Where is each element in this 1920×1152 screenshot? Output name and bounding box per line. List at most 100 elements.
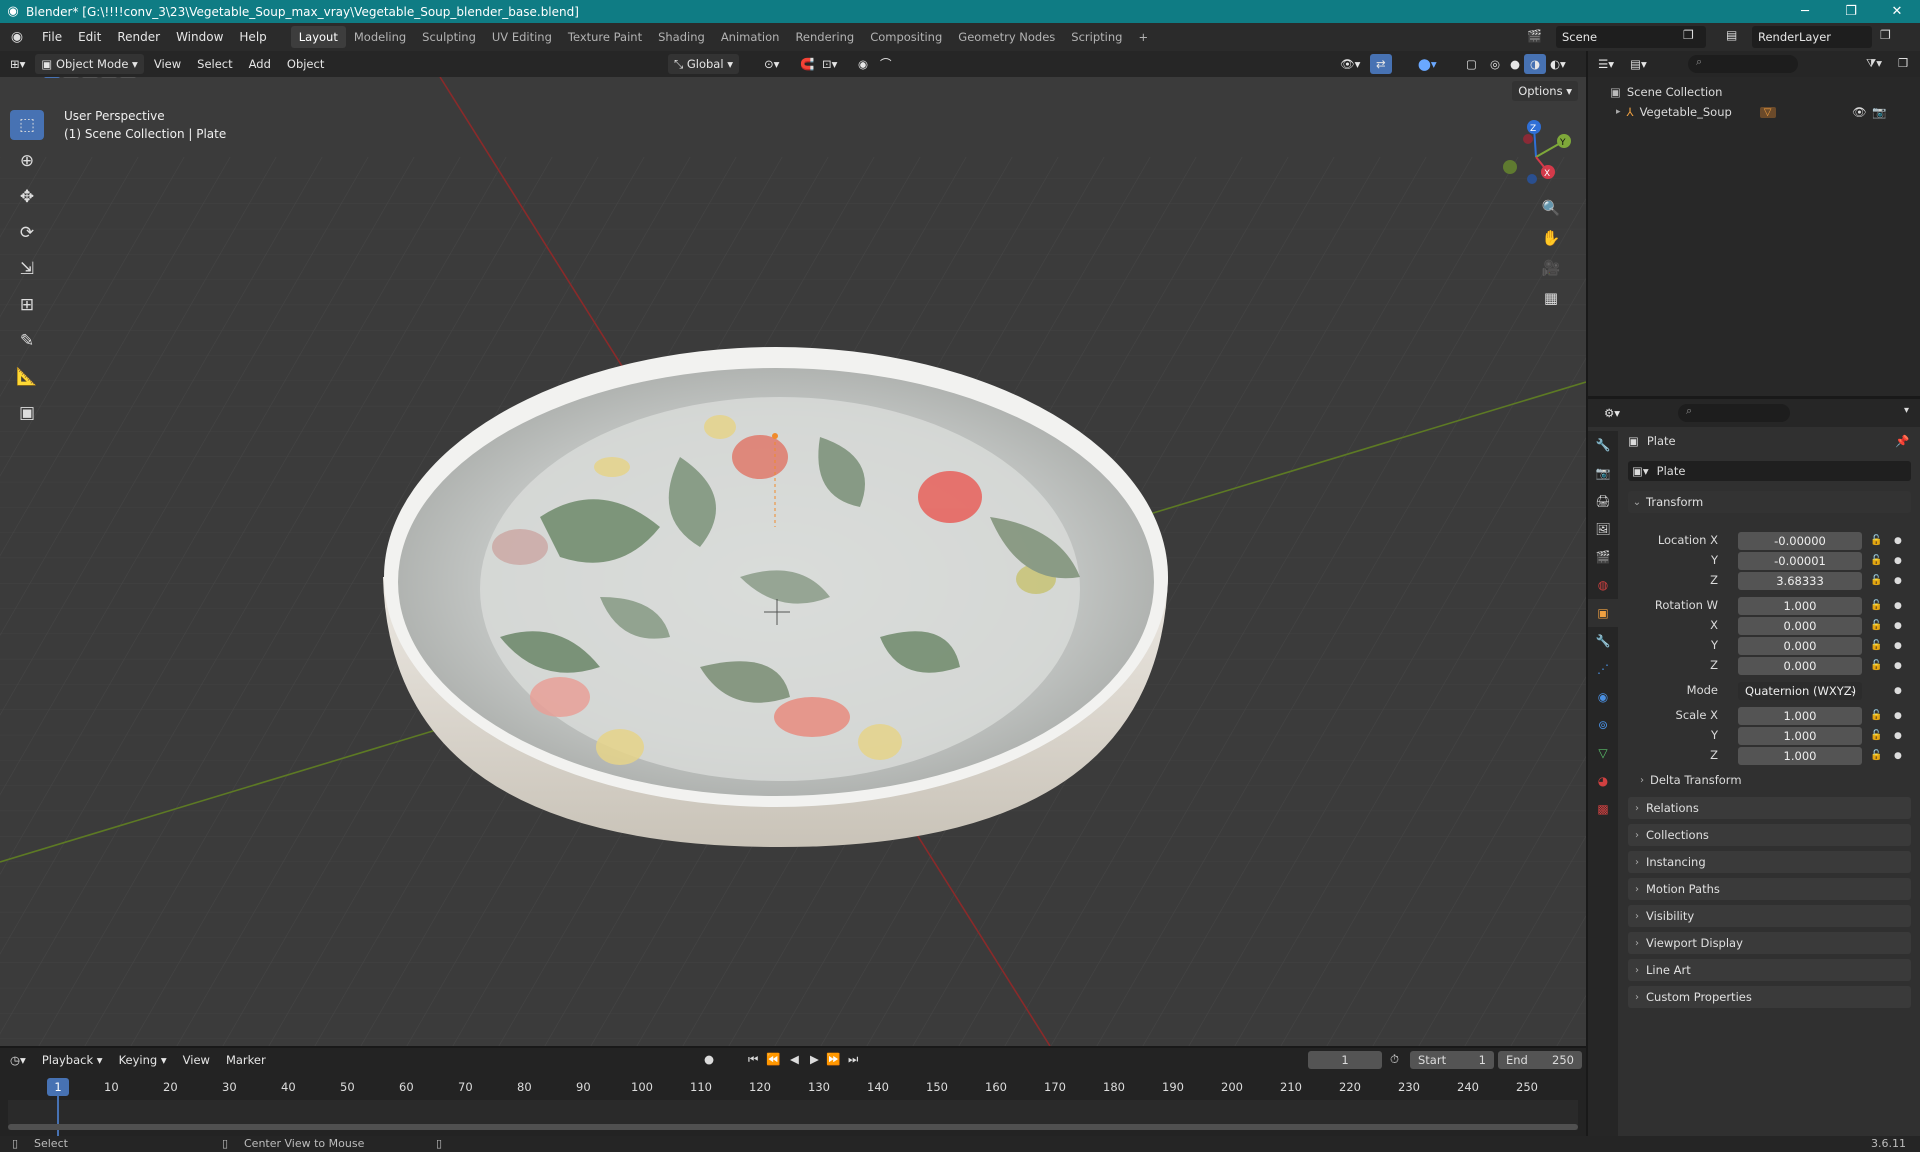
keyframe-location-z-icon[interactable]: ●: [1894, 576, 1902, 586]
keyframe-scale-z-icon[interactable]: ●: [1894, 751, 1902, 761]
rotation-x-field[interactable]: 0.000: [1738, 617, 1862, 635]
cursor-tool-icon[interactable]: ⊕: [10, 146, 44, 176]
tab-animation[interactable]: Animation: [713, 26, 788, 48]
menu-edit[interactable]: Edit: [70, 30, 109, 44]
menu-view[interactable]: View: [148, 54, 187, 74]
delta-transform-subpanel[interactable]: › Delta Transform: [1640, 773, 1742, 787]
visibility-eye-icon[interactable]: 👁: [1852, 105, 1867, 119]
tab-layout[interactable]: Layout: [290, 26, 346, 48]
tab-shading[interactable]: Shading: [650, 26, 713, 48]
material-shading-icon[interactable]: ◑: [1524, 54, 1547, 74]
menu-help[interactable]: Help: [231, 30, 274, 44]
close-button[interactable]: ✕: [1874, 0, 1920, 23]
frame-cursor[interactable]: 1: [47, 1078, 69, 1096]
zoom-icon[interactable]: 🔍: [1538, 195, 1564, 221]
lock-location-x-icon[interactable]: 🔓: [1870, 535, 1882, 546]
tab-scripting[interactable]: Scripting: [1063, 26, 1130, 48]
pin-icon[interactable]: 📌: [1895, 434, 1909, 448]
outliner-search-field[interactable]: ⌕: [1688, 55, 1798, 73]
tool-tab-icon[interactable]: 🔧: [1588, 431, 1618, 459]
new-scene-icon[interactable]: ❐: [1683, 28, 1694, 42]
lock-rotation-x-icon[interactable]: 🔓: [1870, 620, 1882, 631]
playback-menu[interactable]: Playback ▾: [36, 1050, 109, 1070]
menu-window[interactable]: Window: [168, 30, 231, 44]
viewport-display-panel[interactable]: › Viewport Display: [1628, 932, 1911, 954]
select-new-icon[interactable]: [44, 77, 60, 78]
object-name-field[interactable]: ▣▾ Plate: [1628, 461, 1911, 481]
viewport-3d[interactable]: ⬚ ⊕ ✥ ⟳ ⇲ ⊞ ✎ 📐 ▣ User Perspective (1) S…: [0, 77, 1586, 1046]
properties-search-field[interactable]: ⌕: [1678, 404, 1790, 422]
properties-options-icon[interactable]: ▾: [1904, 405, 1909, 416]
annotate-tool-icon[interactable]: ✎: [10, 326, 44, 356]
lock-location-y-icon[interactable]: 🔓: [1870, 555, 1882, 566]
tab-rendering[interactable]: Rendering: [787, 26, 862, 48]
current-frame-field[interactable]: 1: [1308, 1051, 1382, 1069]
jump-start-icon[interactable]: ⏮: [748, 1052, 758, 1067]
jump-end-icon[interactable]: ⏭: [848, 1052, 858, 1067]
filter-icon[interactable]: ⧩▾: [1866, 56, 1882, 71]
view-layer-tab-icon[interactable]: 🖼: [1588, 515, 1618, 543]
falloff-icon[interactable]: ⌒: [874, 54, 898, 74]
blender-menu-icon[interactable]: ◉: [0, 29, 34, 45]
jump-keyframe-forward-icon[interactable]: ⏩: [826, 1052, 840, 1066]
camera-view-icon[interactable]: 🎥: [1538, 255, 1564, 281]
frame-ruler[interactable]: 1 10 20 30 40 50 60 70 80 90 100 110 120…: [0, 1078, 1586, 1098]
keyframe-rotation-z-icon[interactable]: ●: [1894, 661, 1902, 671]
collections-panel[interactable]: › Collections: [1628, 824, 1911, 846]
custom-properties-panel[interactable]: › Custom Properties: [1628, 986, 1911, 1008]
location-y-field[interactable]: -0.00001: [1738, 552, 1862, 570]
renderlayer-icon[interactable]: ▤: [1726, 28, 1737, 42]
line-art-panel[interactable]: › Line Art: [1628, 959, 1911, 981]
select-intersect-icon[interactable]: [120, 77, 136, 78]
wireframe-shading-icon[interactable]: ◎: [1484, 54, 1506, 74]
data-tab-icon[interactable]: ▽: [1588, 739, 1618, 767]
scale-x-field[interactable]: 1.000: [1738, 707, 1862, 725]
location-x-field[interactable]: -0.00000: [1738, 532, 1862, 550]
expand-arrow-icon[interactable]: ▸: [1616, 107, 1621, 117]
add-workspace-button[interactable]: +: [1130, 26, 1156, 48]
modifier-tab-icon[interactable]: 🔧: [1588, 627, 1618, 655]
tab-modeling[interactable]: Modeling: [346, 26, 414, 48]
keyframe-rotation-x-icon[interactable]: ●: [1894, 621, 1902, 631]
instancing-panel[interactable]: › Instancing: [1628, 851, 1911, 873]
rotation-w-field[interactable]: 1.000: [1738, 597, 1862, 615]
constraints-tab-icon[interactable]: ⊚: [1588, 711, 1618, 739]
transform-orientation-selector[interactable]: ⤡ Global ▾: [668, 54, 739, 74]
end-frame-field[interactable]: End 250: [1498, 1051, 1582, 1069]
particles-tab-icon[interactable]: ⋰: [1588, 655, 1618, 683]
menu-add[interactable]: Add: [243, 54, 277, 74]
transform-tool-icon[interactable]: ⊞: [10, 290, 44, 320]
scene-selector-icon[interactable]: 🎬: [1527, 29, 1542, 43]
select-invert-icon[interactable]: [101, 77, 117, 78]
menu-object[interactable]: Object: [281, 54, 330, 74]
visibility-panel[interactable]: › Visibility: [1628, 905, 1911, 927]
visibility-icon[interactable]: 👁▾: [1334, 54, 1366, 74]
solid-shading-icon[interactable]: ●: [1504, 54, 1526, 74]
keyframe-location-x-icon[interactable]: ●: [1894, 536, 1902, 546]
scale-z-field[interactable]: 1.000: [1738, 747, 1862, 765]
timeline-view-menu[interactable]: View: [177, 1050, 216, 1070]
outliner-editor-icon[interactable]: ☰▾: [1592, 54, 1620, 74]
timeline-scrollbar[interactable]: [8, 1124, 1578, 1130]
renderlayer-selector[interactable]: RenderLayer: [1752, 26, 1872, 48]
rotation-z-field[interactable]: 0.000: [1738, 657, 1862, 675]
lock-rotation-w-icon[interactable]: 🔓: [1870, 600, 1882, 611]
rendered-shading-icon[interactable]: ◐▾: [1544, 54, 1572, 74]
menu-render[interactable]: Render: [109, 30, 168, 44]
outliner-row-vegetable-soup[interactable]: ▸ ⅄ Vegetable_Soup ▽ 👁 📷: [1616, 105, 1916, 119]
tab-uv-editing[interactable]: UV Editing: [484, 26, 560, 48]
tab-sculpting[interactable]: Sculpting: [414, 26, 484, 48]
material-tab-icon[interactable]: ◕: [1588, 767, 1618, 795]
render-tab-icon[interactable]: 📷: [1588, 459, 1618, 487]
proportional-edit-icon[interactable]: ◉: [852, 54, 874, 74]
rotation-y-field[interactable]: 0.000: [1738, 637, 1862, 655]
start-frame-field[interactable]: Start 1: [1410, 1051, 1494, 1069]
tab-compositing[interactable]: Compositing: [862, 26, 950, 48]
lock-scale-z-icon[interactable]: 🔓: [1870, 750, 1882, 761]
minimize-button[interactable]: ─: [1782, 0, 1828, 23]
mode-selector[interactable]: ▣ Object Mode ▾: [35, 54, 144, 74]
snap-target-icon[interactable]: ⊡▾: [816, 54, 843, 74]
keyframe-mode-icon[interactable]: ●: [1894, 686, 1902, 696]
auto-keying-icon[interactable]: ●: [704, 1052, 714, 1066]
scale-tool-icon[interactable]: ⇲: [10, 254, 44, 284]
